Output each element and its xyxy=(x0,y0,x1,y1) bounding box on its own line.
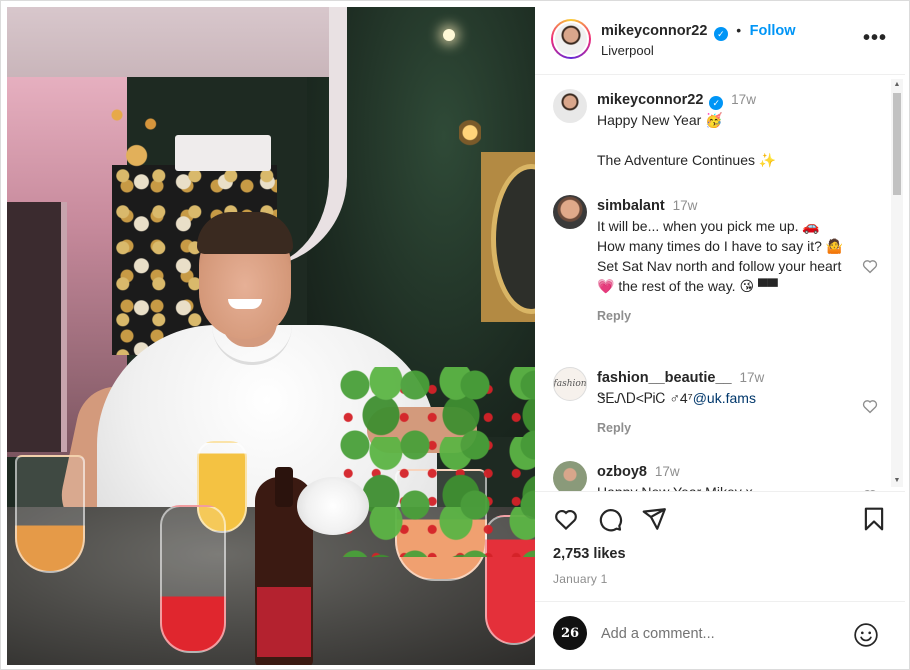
author-avatar[interactable] xyxy=(551,19,591,59)
comment-body: simbalant 17w It will be... when you pic… xyxy=(597,195,845,326)
photo-glass-red-flute xyxy=(160,505,226,653)
comment-item: fashion fashion__beautie__ 17w ᏕᎬᏁᎠ<ᏢᎥᏟ … xyxy=(553,367,883,447)
verified-badge-icon: ✓ xyxy=(709,96,724,110)
reply-button[interactable]: Reply xyxy=(597,418,845,438)
photo-doorway xyxy=(7,202,67,452)
scroll-up-arrow-icon[interactable]: ▲ xyxy=(893,81,901,89)
comment-username[interactable]: fashion__beautie__ xyxy=(597,370,732,386)
comment-username[interactable]: ozboy8 xyxy=(597,464,647,480)
caption-line-2 xyxy=(597,130,845,150)
like-heart-icon[interactable] xyxy=(553,506,579,532)
comment-item: ozboy8 17w Happy New Year Mikey x xyxy=(553,461,883,491)
bookmark-save-icon[interactable] xyxy=(861,506,887,532)
comment-time[interactable]: 17w xyxy=(655,464,680,479)
post-details-panel: mikeyconnor22 ✓ • Follow Liverpool ••• m… xyxy=(535,7,905,665)
scroll-down-arrow-icon[interactable]: ▼ xyxy=(893,477,901,485)
comment-time[interactable]: 17w xyxy=(673,198,698,213)
post-header: mikeyconnor22 ✓ • Follow Liverpool ••• xyxy=(535,7,905,75)
verified-badge-icon: ✓ xyxy=(713,27,728,41)
caption-line-1: Happy New Year 🥳 xyxy=(597,112,723,128)
comment-text: It will be... when you pick me up. 🚗 How… xyxy=(597,218,844,294)
photo-leaves-berries xyxy=(337,367,535,557)
post-actions: 2,753 likes January 1 xyxy=(535,491,905,601)
reply-button[interactable]: Reply xyxy=(597,306,845,326)
comment-like-heart-icon[interactable] xyxy=(861,257,879,275)
photo-mirror xyxy=(481,152,535,322)
photo-pendant-lights xyxy=(103,79,159,169)
comment-text: Happy New Year Mikey x xyxy=(597,482,845,491)
comments-list[interactable]: mikeyconnor22 ✓ 17w Happy New Year 🥳 The… xyxy=(535,75,905,491)
commenter-avatar[interactable]: fashion xyxy=(553,367,587,401)
photo-bottle-label xyxy=(257,587,311,657)
comment-mention-link[interactable]: @uk.fams xyxy=(693,390,756,406)
scrollbar-thumb[interactable] xyxy=(893,93,901,195)
comment-text: ᏕᎬᏁᎠ<ᏢᎥᏟ ♂4⁷ xyxy=(597,390,693,406)
caption-body: mikeyconnor22 ✓ 17w Happy New Year 🥳 The… xyxy=(597,89,845,170)
commenter-avatar[interactable] xyxy=(553,461,587,491)
photo-wall-lamp xyxy=(459,105,481,151)
comment-body: ozboy8 17w Happy New Year Mikey x xyxy=(597,461,845,491)
post-location[interactable]: Liverpool xyxy=(601,43,654,58)
photo-smile xyxy=(228,299,262,309)
more-options-icon[interactable]: ••• xyxy=(863,27,887,50)
comment-username[interactable]: mikeyconnor22 xyxy=(597,92,703,108)
likes-count[interactable]: 2,753 likes xyxy=(553,546,626,562)
photo-glass-orange-left xyxy=(15,455,85,573)
comments-scrollbar[interactable]: ▲ ▼ xyxy=(891,79,903,487)
photo-air-conditioner xyxy=(175,135,271,171)
author-line: mikeyconnor22 ✓ • Follow xyxy=(601,22,796,41)
post-photo[interactable] xyxy=(7,7,535,665)
comment-item: simbalant 17w It will be... when you pic… xyxy=(553,195,883,355)
caption-item: mikeyconnor22 ✓ 17w Happy New Year 🥳 The… xyxy=(553,89,883,179)
add-comment-bar: 26 xyxy=(535,601,905,665)
caption-line-3: The Adventure Continues ✨ xyxy=(597,152,777,168)
photo-ceiling-light xyxy=(443,29,455,41)
follow-button[interactable]: Follow xyxy=(750,23,796,39)
comment-time[interactable]: 17w xyxy=(731,92,756,107)
paper-plane-share-icon[interactable] xyxy=(641,506,667,532)
separator-dot: • xyxy=(736,22,742,38)
instagram-post-modal: mikeyconnor22 ✓ • Follow Liverpool ••• m… xyxy=(0,0,910,670)
emoji-smiley-icon[interactable] xyxy=(853,622,879,648)
post-date[interactable]: January 1 xyxy=(553,572,608,586)
author-username[interactable]: mikeyconnor22 xyxy=(601,23,707,39)
photo-white-rose xyxy=(297,477,369,535)
caption-author-avatar[interactable] xyxy=(553,89,587,123)
comment-time[interactable]: 17w xyxy=(739,370,764,385)
photo-person-hair xyxy=(197,212,293,254)
comment-input[interactable] xyxy=(601,622,841,646)
commenter-avatar[interactable] xyxy=(553,195,587,229)
comment-like-heart-icon[interactable] xyxy=(861,397,879,415)
current-user-avatar: 26 xyxy=(553,616,587,650)
comment-username[interactable]: simbalant xyxy=(597,198,665,214)
comment-bubble-icon[interactable] xyxy=(597,506,623,532)
comment-body: fashion__beautie__ 17w ᏕᎬᏁᎠ<ᏢᎥᏟ ♂4⁷@uk.f… xyxy=(597,367,845,438)
